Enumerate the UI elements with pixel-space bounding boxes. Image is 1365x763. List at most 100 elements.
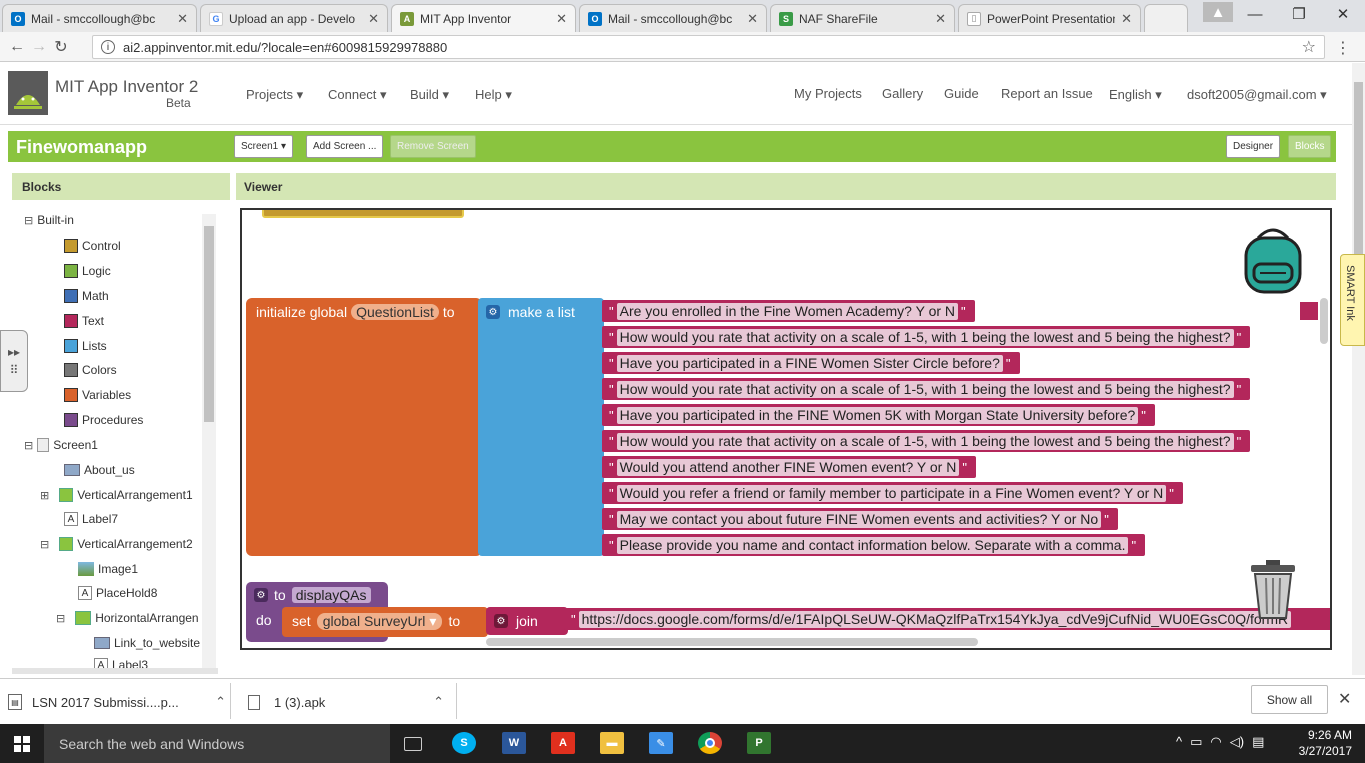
screen-select[interactable]: Screen1 ▾ <box>234 135 294 158</box>
close-icon[interactable]: ✕ <box>556 11 567 27</box>
link-gallery[interactable]: Gallery <box>882 86 923 101</box>
close-icon[interactable]: ✕ <box>1338 689 1351 709</box>
browser-tab[interactable]: ▯ PowerPoint Presentation ✕ <box>958 4 1141 32</box>
url-input[interactable]: i ai2.appinventor.mit.edu/?locale=en#600… <box>92 35 1325 59</box>
text-literal[interactable]: https://docs.google.com/forms/d/e/1FAIpQ… <box>578 610 1292 628</box>
url-text-block[interactable]: " https://docs.google.com/forms/d/e/1FAIp… <box>564 608 1330 630</box>
close-icon[interactable]: ✕ <box>177 11 188 27</box>
text-literal[interactable]: Would you attend another FINE Women even… <box>616 458 960 476</box>
text-literal[interactable]: Have you participated in a FINE Women Si… <box>616 354 1003 372</box>
component-item[interactable]: ⊟ VerticalArrangement2 <box>40 537 193 551</box>
blocks-button[interactable]: Blocks <box>1288 135 1332 158</box>
tree-node-screen1[interactable]: ⊟ Screen1 <box>24 438 98 452</box>
text-literal[interactable]: Are you enrolled in the Fine Women Acade… <box>616 302 959 320</box>
partial-control-block[interactable] <box>262 210 464 218</box>
tree-node-builtin[interactable]: ⊟ Built-in <box>24 213 74 227</box>
variable-dropdown[interactable]: global SurveyUrl ▾ <box>316 612 443 630</box>
close-icon[interactable]: ✕ <box>935 11 946 27</box>
chrome-icon[interactable] <box>698 732 722 754</box>
blocks-workspace[interactable]: initialize global QuestionList to ⚙ make… <box>240 208 1332 650</box>
reload-icon[interactable]: ↻ <box>50 37 72 57</box>
category-colors[interactable]: Colors <box>64 363 117 377</box>
collapse-icon[interactable]: ⊟ <box>24 214 33 227</box>
close-icon[interactable]: ✕ <box>1121 11 1132 27</box>
menu-help[interactable]: Help ▾ <box>475 87 512 103</box>
menu-connect[interactable]: Connect ▾ <box>328 87 387 103</box>
menu-icon[interactable]: ⋮ <box>1335 38 1351 58</box>
wifi-icon[interactable]: ◠ <box>1210 734 1221 750</box>
make-list-block[interactable] <box>478 298 604 556</box>
project-app-icon[interactable]: P <box>747 732 771 754</box>
browser-tab-active[interactable]: A MIT App Inventor ✕ <box>391 4 576 32</box>
minimize-icon[interactable]: — <box>1233 0 1277 28</box>
star-icon[interactable]: ☆ <box>1302 37 1316 57</box>
procedure-name-field[interactable]: displayQAs <box>291 587 371 603</box>
expand-icon[interactable]: ⊞ <box>40 489 49 502</box>
close-window-icon[interactable]: ✕ <box>1321 0 1365 28</box>
text-literal[interactable]: How would you rate that activity on a sc… <box>616 432 1234 450</box>
link-guide[interactable]: Guide <box>944 86 979 101</box>
gear-icon[interactable]: ⚙ <box>254 588 268 602</box>
workspace-hscroll-thumb[interactable] <box>486 638 978 646</box>
trash-icon[interactable] <box>1248 560 1298 620</box>
text-literal[interactable]: Would you refer a friend or family membe… <box>616 484 1167 502</box>
category-math[interactable]: Math <box>64 289 109 303</box>
windows-start-icon[interactable] <box>0 724 44 763</box>
account-menu[interactable]: dsoft2005@gmail.com ▾ <box>1187 87 1327 103</box>
maximize-icon[interactable]: ❐ <box>1277 0 1321 28</box>
category-lists[interactable]: Lists <box>64 339 107 353</box>
browser-tab[interactable]: G Upload an app - Develo ✕ <box>200 4 388 32</box>
tree-scrollbar-thumb[interactable] <box>204 226 214 422</box>
component-item[interactable]: A Label7 <box>64 512 118 526</box>
info-icon[interactable]: i <box>101 40 115 54</box>
category-control[interactable]: Control <box>64 239 121 253</box>
category-procedures[interactable]: Procedures <box>64 413 143 427</box>
menu-build[interactable]: Build ▾ <box>410 87 449 103</box>
text-block[interactable]: " Are you enrolled in the Fine Women Acad… <box>602 300 975 322</box>
chevron-up-icon[interactable]: ^ <box>1176 734 1182 750</box>
text-block[interactable]: " Would you refer a friend or family memb… <box>602 482 1183 504</box>
brand-title[interactable]: MIT App Inventor 2 <box>55 77 198 97</box>
text-block[interactable]: " Have you participated in a FINE Women S… <box>602 352 1020 374</box>
text-literal[interactable]: May we contact you about future FINE Wom… <box>616 510 1102 528</box>
text-block[interactable]: " How would you rate that activity on a s… <box>602 326 1251 348</box>
text-block[interactable]: " Please provide you name and contact inf… <box>602 534 1146 556</box>
user-icon[interactable]: ▲ <box>1203 2 1233 22</box>
forward-arrow-icon[interactable]: → <box>28 38 50 56</box>
text-literal[interactable]: Have you participated in the FINE Women … <box>616 406 1139 424</box>
chevron-up-icon[interactable]: ⌃ <box>215 694 226 710</box>
gear-icon[interactable]: ⚙ <box>486 305 500 319</box>
close-icon[interactable]: ✕ <box>747 11 758 27</box>
text-block[interactable]: " May we contact you about future FINE Wo… <box>602 508 1118 530</box>
battery-icon[interactable]: ▭ <box>1190 734 1202 750</box>
collapse-icon[interactable]: ⊟ <box>56 612 65 625</box>
browser-tab[interactable]: S NAF ShareFile ✕ <box>770 4 955 32</box>
taskbar-search-input[interactable]: Search the web and Windows <box>44 724 390 763</box>
notification-icon[interactable]: ▤ <box>1252 734 1264 750</box>
menu-projects[interactable]: Projects ▾ <box>246 87 303 103</box>
workspace-vscroll-thumb[interactable] <box>1320 298 1328 344</box>
text-literal[interactable]: Please provide you name and contact info… <box>616 536 1129 554</box>
smart-ink-tab[interactable]: SMART Ink <box>1340 254 1365 346</box>
component-item[interactable]: ⊞ VerticalArrangement1 <box>40 488 193 502</box>
close-icon[interactable]: ✕ <box>368 11 379 27</box>
notes-app-icon[interactable]: ✎ <box>649 732 673 754</box>
add-screen-button[interactable]: Add Screen ... <box>306 135 384 158</box>
designer-button[interactable]: Designer <box>1226 135 1281 158</box>
acrobat-icon[interactable]: A <box>551 732 575 754</box>
collapse-icon[interactable]: ⊟ <box>24 439 33 452</box>
category-variables[interactable]: Variables <box>64 388 131 402</box>
remove-screen-button[interactable]: Remove Screen <box>390 135 476 158</box>
component-item[interactable]: Image1 <box>78 562 138 576</box>
file-explorer-icon[interactable]: ▬ <box>600 732 624 754</box>
language-select[interactable]: English ▾ <box>1109 87 1162 103</box>
show-all-button[interactable]: Show all <box>1251 685 1328 714</box>
link-my-projects[interactable]: My Projects <box>794 86 862 101</box>
word-icon[interactable]: W <box>502 732 526 754</box>
category-logic[interactable]: Logic <box>64 264 111 278</box>
component-item[interactable]: About_us <box>64 463 135 477</box>
category-text[interactable]: Text <box>64 314 104 328</box>
component-item[interactable]: A PlaceHold8 <box>78 586 157 600</box>
back-arrow-icon[interactable]: ← <box>6 38 28 56</box>
initialize-global-block[interactable] <box>246 298 482 556</box>
